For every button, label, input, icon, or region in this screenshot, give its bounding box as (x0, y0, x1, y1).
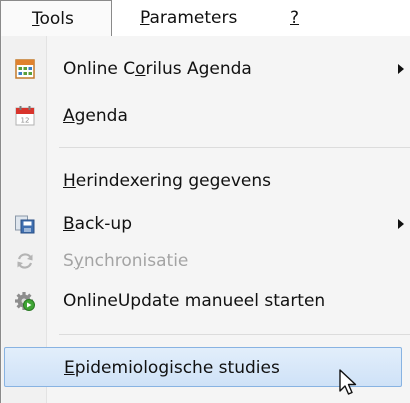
menu-tools-mnemonic: T (32, 9, 40, 29)
label-mnemonic: B (63, 214, 75, 234)
menu-item-back-up[interactable]: Back-up (2, 205, 410, 243)
sync-icon (17, 253, 33, 269)
menu-item-label: Herindexering gegevens (63, 162, 271, 200)
menu-item-label: Agenda (63, 97, 128, 135)
submenu-arrow-icon (398, 64, 404, 74)
submenu-arrow-icon (398, 219, 404, 229)
label-pre: Online C (63, 59, 136, 79)
tools-dropdown-menu: Online Corilus Agenda 12 Agenda Herindex… (0, 36, 410, 403)
menu-item-label: Back-up (63, 205, 132, 243)
label-mnemonic: o (135, 59, 146, 79)
backup-icon (15, 215, 35, 234)
menu-item-online-corilus-agenda[interactable]: Online Corilus Agenda (2, 50, 410, 88)
update-gear-icon (15, 292, 35, 311)
label-mnemonic: A (63, 106, 75, 126)
menu-parameters-mnemonic: P (140, 8, 150, 28)
menu-item-herindexering-gegevens[interactable]: Herindexering gegevens (2, 162, 410, 200)
menu-parameters[interactable]: Parameters (140, 0, 237, 36)
label-pre: OnlineUpdate manueel starten (63, 291, 326, 311)
menu-item-onlineupdate-manueel-starten[interactable]: OnlineUpdate manueel starten (2, 282, 410, 320)
label-post: ack-up (74, 214, 132, 234)
menu-parameters-post: arameters (149, 8, 238, 28)
label-post: nchronisatie (83, 251, 189, 271)
label-post: genda (74, 106, 128, 126)
application-window: Tools Parameters ? Online Corilus Agenda (0, 0, 410, 403)
menu-help-mnemonic: ? (290, 8, 300, 28)
calendar-icon: 12 (15, 106, 35, 126)
menu-help[interactable]: ? (290, 0, 299, 36)
menu-tools[interactable]: Tools (0, 0, 112, 37)
label-post: erindexering gegevens (75, 171, 272, 191)
menu-item-label: Synchronisatie (63, 242, 188, 280)
label-post: rilus Agenda (145, 59, 252, 79)
label-mnemonic: H (63, 171, 76, 191)
menu-item-agenda[interactable]: 12 Agenda (2, 97, 410, 135)
menu-separator (59, 334, 410, 335)
menu-bar: Tools Parameters ? (0, 0, 410, 37)
mouse-pointer-icon (339, 369, 357, 395)
label-pre: S (63, 251, 74, 271)
menu-item-label: OnlineUpdate manueel starten (63, 282, 325, 320)
menu-item-label: Online Corilus Agenda (63, 50, 252, 88)
label-post: pidemiologische studies (74, 358, 280, 378)
menu-item-label: Epidemiologische studies (64, 348, 280, 388)
menu-item-synchronisatie: Synchronisatie (2, 242, 410, 280)
svg-text:12: 12 (21, 117, 30, 125)
calendar-grid-icon (15, 59, 35, 79)
menu-separator (59, 147, 410, 148)
label-mnemonic: y (73, 251, 84, 271)
label-mnemonic: E (64, 358, 75, 378)
menu-tools-post: ools (39, 9, 74, 29)
